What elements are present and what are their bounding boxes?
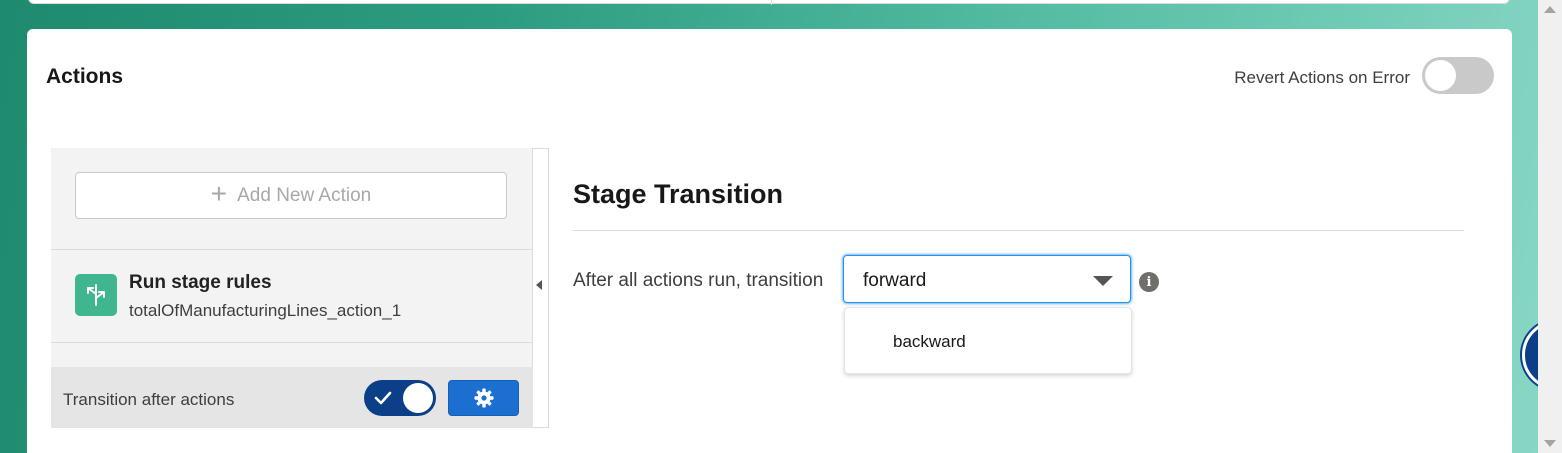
collapse-left-icon[interactable]: [536, 280, 542, 290]
chevron-down-icon: [1093, 276, 1113, 286]
previous-card-edge: [28, 0, 1510, 5]
toggle-knob: [403, 383, 433, 413]
transition-after-actions-label: Transition after actions: [63, 390, 235, 409]
divider: [51, 342, 533, 343]
actions-list-panel: + Add New Action Run stage rules totalOf…: [51, 148, 533, 428]
info-icon[interactable]: i: [1139, 272, 1159, 292]
gear-icon: [474, 388, 493, 408]
transition-after-actions-toggle[interactable]: [364, 380, 436, 416]
divider: [573, 230, 1464, 231]
stage-transition-title: Stage Transition: [573, 179, 784, 209]
check-icon: [374, 391, 392, 405]
revert-actions-toggle[interactable]: [1422, 57, 1494, 94]
add-new-action-label: Add New Action: [237, 184, 372, 206]
transition-settings-button[interactable]: [448, 380, 519, 416]
action-item-subtitle: totalOfManufacturingLines_action_1: [129, 301, 402, 320]
scroll-up-icon[interactable]: [1544, 6, 1556, 13]
plus-icon: +: [210, 178, 228, 209]
add-new-action-button[interactable]: + Add New Action: [75, 172, 507, 219]
toggle-knob: [1425, 60, 1456, 91]
transition-direction-dropdown: backward: [844, 307, 1132, 374]
action-item-title[interactable]: Run stage rules: [129, 272, 272, 294]
branch-icon: [75, 274, 117, 316]
revert-actions-label: Revert Actions on Error: [1234, 68, 1410, 87]
card-divider: [771, 0, 772, 5]
page-scrollbar[interactable]: [1538, 0, 1562, 453]
option-backward[interactable]: backward: [893, 332, 966, 352]
actions-card: Actions Revert Actions on Error + Add Ne…: [27, 29, 1512, 453]
scroll-down-icon[interactable]: [1544, 440, 1556, 447]
transition-footer: Transition after actions: [51, 367, 533, 428]
selected-value: forward: [863, 270, 927, 291]
transition-direction-select[interactable]: forward: [843, 255, 1131, 303]
transition-direction-label: After all actions run, transition: [573, 270, 824, 291]
divider: [51, 249, 533, 250]
actions-title: Actions: [46, 65, 124, 88]
